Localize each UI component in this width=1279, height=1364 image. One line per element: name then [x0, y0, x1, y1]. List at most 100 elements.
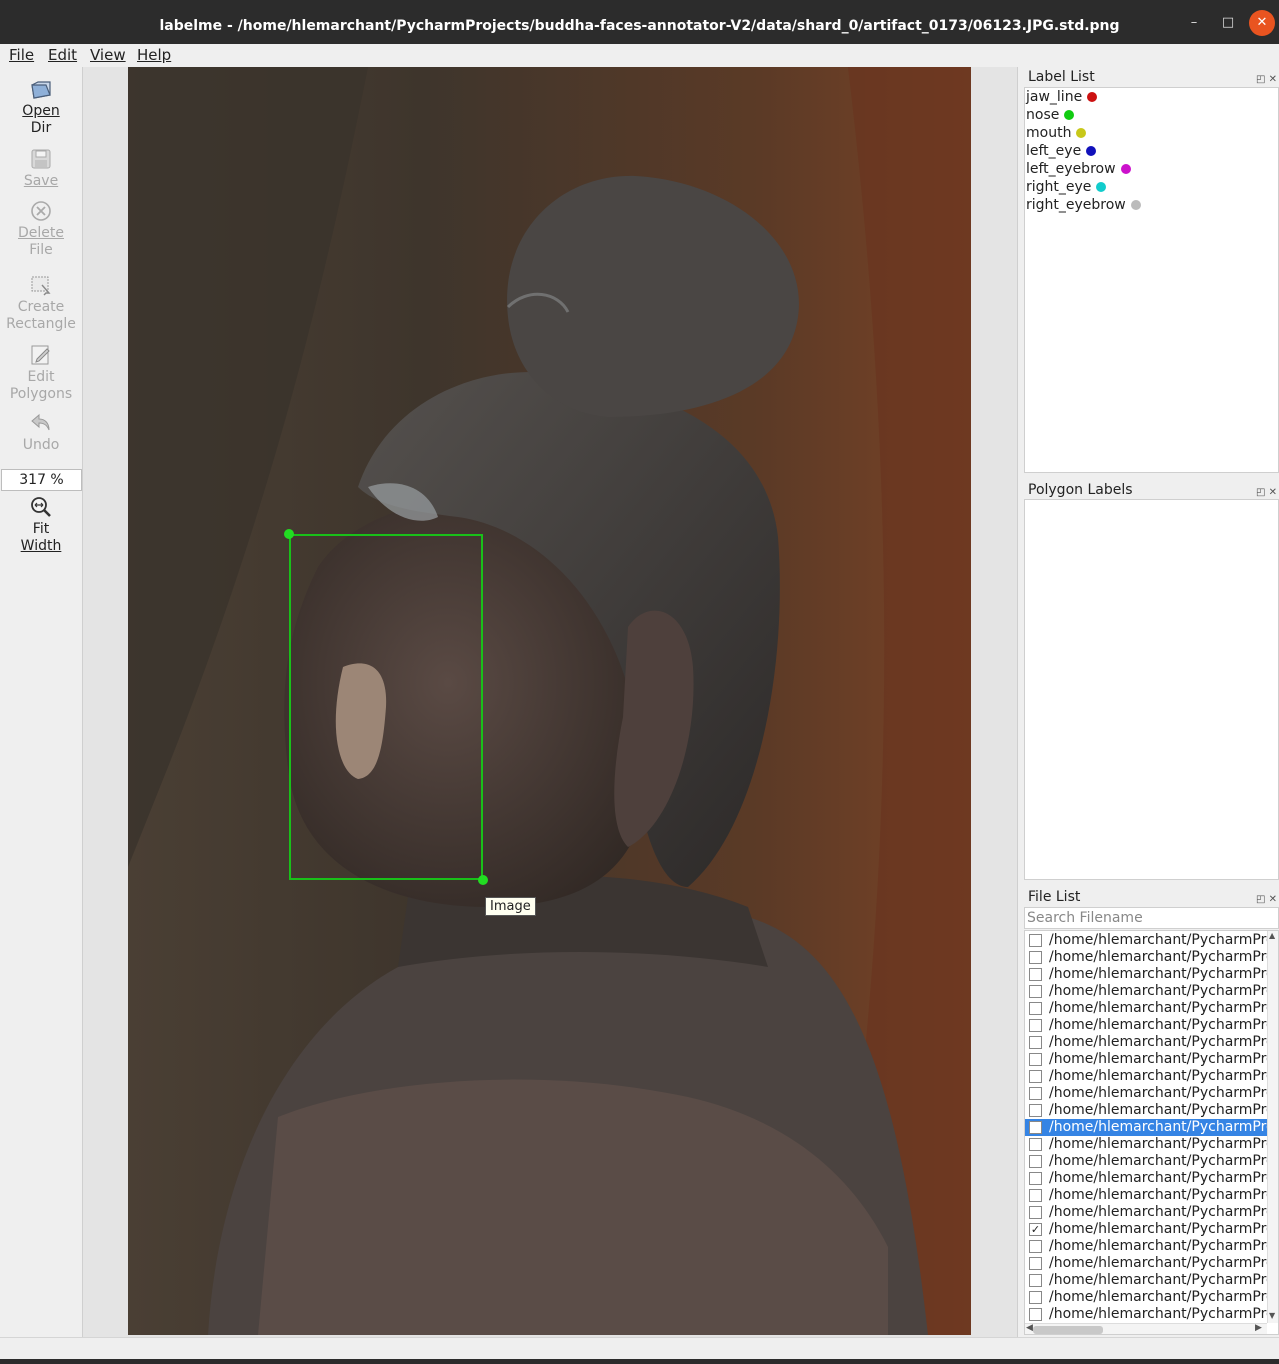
rectangle-vertex-top-left[interactable] [284, 529, 294, 539]
create-rectangle-button[interactable]: Create Rectangle [0, 273, 82, 333]
canvas-tooltip: Image [485, 897, 536, 916]
file-checkbox[interactable] [1029, 1155, 1042, 1168]
file-checkbox[interactable] [1029, 1206, 1042, 1219]
file-checkbox[interactable] [1029, 1121, 1042, 1134]
file-checkbox[interactable] [1029, 1036, 1042, 1049]
jaw-line-rectangle[interactable] [289, 534, 483, 880]
label-item-nose[interactable]: nose [1026, 106, 1075, 124]
menu-edit[interactable]: Edit [48, 46, 77, 64]
file-row[interactable]: /home/hlemarchant/PycharmPro [1025, 1289, 1267, 1306]
edit-polygons-label-2: Polygons [9, 386, 73, 402]
file-row[interactable]: /home/hlemarchant/PycharmPro [1025, 1255, 1267, 1272]
file-row[interactable]: /home/hlemarchant/PycharmPro [1025, 983, 1267, 1000]
file-checkbox[interactable] [1029, 1070, 1042, 1083]
zoom-input[interactable]: 317 % [1, 469, 82, 491]
horizontal-scroll-thumb[interactable] [1033, 1326, 1103, 1334]
minimize-button[interactable]: – [1181, 10, 1207, 36]
file-row[interactable]: /home/hlemarchant/PycharmPro [1025, 1068, 1267, 1085]
file-checkbox[interactable] [1029, 1002, 1042, 1015]
label-item-right-eye[interactable]: right_eye [1026, 178, 1107, 196]
scroll-down-icon[interactable]: ▼ [1269, 1311, 1275, 1320]
label-item-jaw-line[interactable]: jaw_line [1026, 88, 1098, 106]
save-icon [31, 149, 51, 169]
menu-file[interactable]: File [9, 46, 34, 64]
label-item-text: right_eye [1026, 179, 1092, 195]
file-list-header: File List ◰ ✕ [1023, 887, 1279, 907]
file-list-vertical-scrollbar[interactable]: ▲ ▼ [1267, 931, 1278, 1323]
open-dir-button[interactable]: Open Dir [0, 77, 82, 137]
file-row[interactable]: /home/hlemarchant/PycharmPro [1025, 1034, 1267, 1051]
file-row[interactable]: /home/hlemarchant/PycharmPro [1025, 1085, 1267, 1102]
scroll-left-icon[interactable]: ◀ [1026, 1323, 1033, 1333]
file-checkbox[interactable] [1029, 934, 1042, 947]
menu-help[interactable]: Help [137, 46, 171, 64]
file-list-horizontal-scrollbar[interactable]: ◀ ▶ [1025, 1323, 1267, 1334]
file-path: /home/hlemarchant/PycharmPro [1049, 1085, 1267, 1101]
file-path: /home/hlemarchant/PycharmPro [1049, 932, 1267, 948]
color-dot-icon [1096, 182, 1107, 192]
file-checkbox[interactable] [1029, 1308, 1042, 1321]
color-dot-icon [1076, 128, 1087, 138]
menu-view[interactable]: View [90, 46, 126, 64]
file-path: /home/hlemarchant/PycharmPro [1049, 1119, 1267, 1135]
scroll-up-icon[interactable]: ▲ [1269, 931, 1275, 940]
file-row[interactable]: ✓ /home/hlemarchant/PycharmPro [1025, 1221, 1267, 1238]
file-row[interactable]: /home/hlemarchant/PycharmPro [1025, 1306, 1267, 1323]
label-item-left-eyebrow[interactable]: left_eyebrow [1026, 160, 1131, 178]
polygon-labels-list[interactable] [1024, 499, 1279, 880]
file-row[interactable]: /home/hlemarchant/PycharmPro [1025, 1136, 1267, 1153]
file-path: /home/hlemarchant/PycharmPro [1049, 1170, 1267, 1186]
file-row[interactable]: /home/hlemarchant/PycharmPro [1025, 1170, 1267, 1187]
save-button[interactable]: Save [0, 147, 82, 190]
file-checkbox[interactable] [1029, 951, 1042, 964]
file-row[interactable]: /home/hlemarchant/PycharmPro [1025, 966, 1267, 983]
undo-button[interactable]: Undo [0, 411, 82, 454]
file-row[interactable]: /home/hlemarchant/PycharmPro [1025, 949, 1267, 966]
delete-file-button[interactable]: Delete File [0, 199, 82, 259]
label-item-text: mouth [1026, 125, 1072, 141]
file-path: /home/hlemarchant/PycharmPro [1049, 1102, 1267, 1118]
scroll-right-icon[interactable]: ▶ [1255, 1323, 1262, 1333]
file-checkbox[interactable] [1029, 1138, 1042, 1151]
file-checkbox[interactable] [1029, 1104, 1042, 1117]
file-checkbox[interactable] [1029, 1053, 1042, 1066]
label-list[interactable]: jaw_line nose mouth left_eye left_eyebro… [1024, 87, 1279, 473]
close-button[interactable]: ✕ [1249, 10, 1275, 36]
file-checkbox[interactable] [1029, 968, 1042, 981]
maximize-button[interactable]: □ [1215, 10, 1241, 36]
file-checkbox[interactable] [1029, 1240, 1042, 1253]
file-checkbox[interactable] [1029, 1172, 1042, 1185]
canvas-area[interactable]: Image [83, 67, 1018, 1337]
label-item-text: left_eye [1026, 143, 1082, 159]
file-row[interactable]: /home/hlemarchant/PycharmPro [1025, 1102, 1267, 1119]
file-row-selected[interactable]: /home/hlemarchant/PycharmPro [1025, 1119, 1267, 1136]
statue-photo[interactable] [128, 67, 971, 1335]
file-checkbox[interactable] [1029, 1189, 1042, 1202]
edit-polygons-button[interactable]: Edit Polygons [0, 343, 82, 403]
file-list[interactable]: /home/hlemarchant/PycharmPro /home/hlema… [1024, 930, 1279, 1335]
file-checkbox[interactable] [1029, 985, 1042, 998]
file-row[interactable]: /home/hlemarchant/PycharmPro [1025, 932, 1267, 949]
fit-width-button[interactable]: Fit Width [0, 495, 82, 555]
file-row[interactable]: /home/hlemarchant/PycharmPro [1025, 1204, 1267, 1221]
file-row[interactable]: /home/hlemarchant/PycharmPro [1025, 1017, 1267, 1034]
file-checkbox[interactable] [1029, 1087, 1042, 1100]
label-item-mouth[interactable]: mouth [1026, 124, 1087, 142]
label-item-left-eye[interactable]: left_eye [1026, 142, 1097, 160]
file-checkbox-checked[interactable]: ✓ [1029, 1223, 1042, 1236]
file-checkbox[interactable] [1029, 1291, 1042, 1304]
file-row[interactable]: /home/hlemarchant/PycharmPro [1025, 1153, 1267, 1170]
file-row[interactable]: /home/hlemarchant/PycharmPro [1025, 1272, 1267, 1289]
search-filename-input[interactable]: Search Filename [1024, 907, 1279, 929]
file-row[interactable]: /home/hlemarchant/PycharmPro [1025, 1000, 1267, 1017]
file-list-title: File List [1028, 889, 1081, 905]
file-row[interactable]: /home/hlemarchant/PycharmPro [1025, 1187, 1267, 1204]
file-checkbox[interactable] [1029, 1274, 1042, 1287]
color-dot-icon [1087, 92, 1098, 102]
label-item-right-eyebrow[interactable]: right_eyebrow [1026, 196, 1141, 214]
file-row[interactable]: /home/hlemarchant/PycharmPro [1025, 1238, 1267, 1255]
rectangle-vertex-bottom-right[interactable] [478, 875, 488, 885]
file-row[interactable]: /home/hlemarchant/PycharmPro [1025, 1051, 1267, 1068]
file-checkbox[interactable] [1029, 1019, 1042, 1032]
file-checkbox[interactable] [1029, 1257, 1042, 1270]
